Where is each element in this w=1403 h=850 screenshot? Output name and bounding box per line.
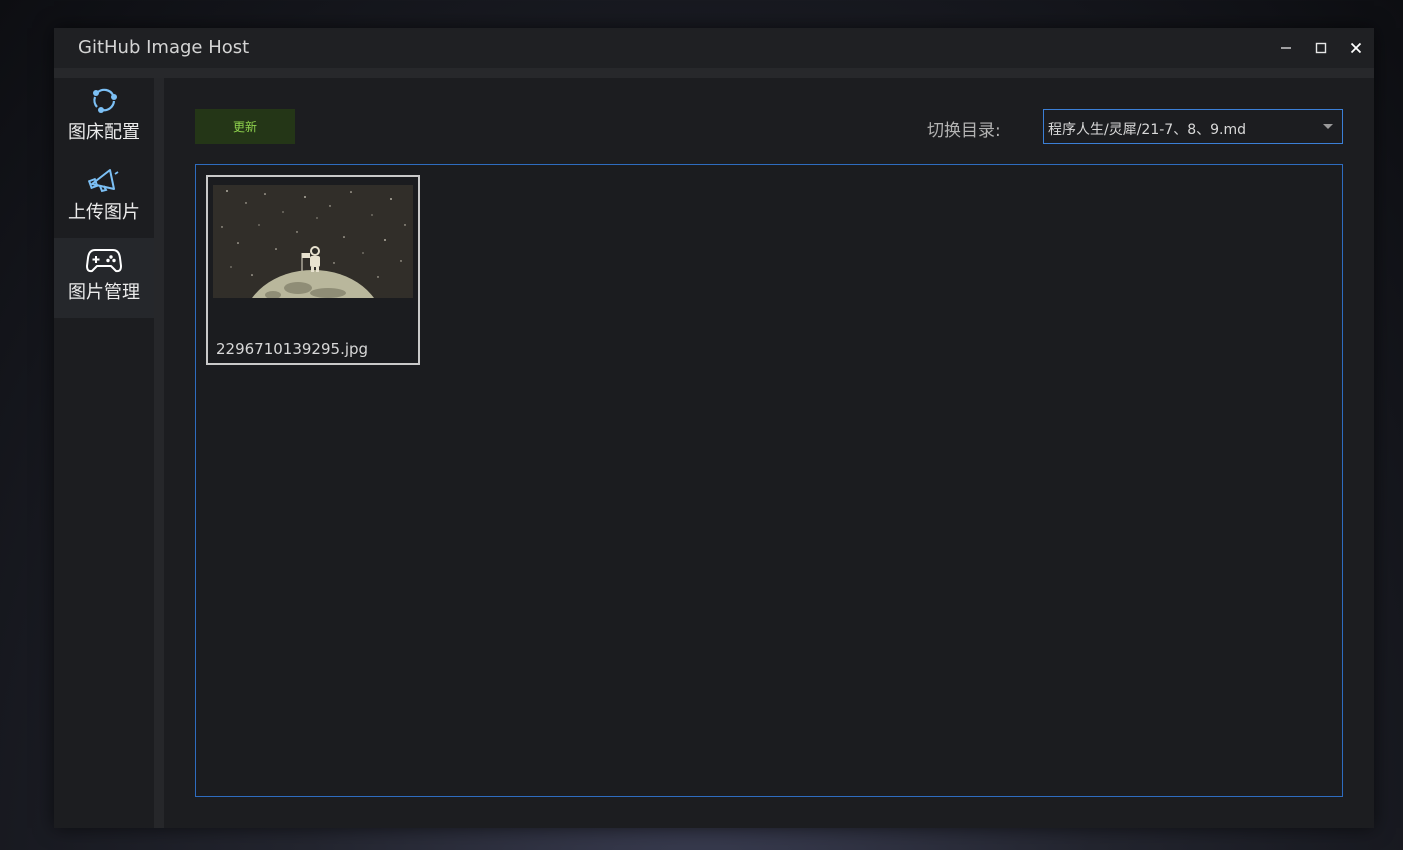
image-filename: 2296710139295.jpg: [216, 340, 369, 358]
maximize-icon: [1315, 42, 1327, 54]
sidebar-item-upload[interactable]: 上传图片: [54, 158, 154, 238]
sidebar-divider: [154, 78, 164, 828]
minimize-button[interactable]: [1271, 34, 1301, 62]
sidebar-item-label: 图片管理: [68, 282, 140, 303]
sync-icon: [86, 84, 122, 116]
directory-select[interactable]: 程序人生/灵犀/21-7、8、9.md: [1043, 109, 1343, 144]
main-content: 更新 切换目录: 程序人生/灵犀/21-7、8、9.md 22967101392…: [164, 78, 1374, 828]
close-icon: [1350, 42, 1362, 54]
megaphone-icon: [86, 164, 122, 196]
sidebar-item-label: 图床配置: [68, 122, 140, 143]
window-title: GitHub Image Host: [78, 37, 250, 58]
close-button[interactable]: [1341, 34, 1371, 62]
image-gallery[interactable]: 2296710139295.jpg: [195, 164, 1343, 797]
minimize-icon: [1281, 47, 1291, 49]
sidebar-item-image-manage[interactable]: 图片管理: [54, 238, 154, 318]
sidebar: 图床配置 上传图片 图片管理: [54, 78, 154, 828]
gamepad-icon: [86, 244, 122, 276]
sidebar-item-imagebed-config[interactable]: 图床配置: [54, 78, 154, 158]
title-bar[interactable]: GitHub Image Host: [54, 28, 1374, 68]
chevron-down-icon[interactable]: [1323, 124, 1333, 129]
maximize-button[interactable]: [1306, 34, 1336, 62]
app-window: GitHub Image Host 图床配置 上传图片 图片管理 更新 切换目录…: [54, 28, 1374, 828]
image-card[interactable]: 2296710139295.jpg: [206, 175, 420, 365]
title-separator: [54, 68, 1374, 78]
image-thumbnail: [213, 185, 413, 298]
sidebar-item-label: 上传图片: [68, 202, 140, 223]
refresh-button[interactable]: 更新: [195, 109, 295, 144]
directory-label: 切换目录:: [927, 121, 1001, 141]
directory-select-value: 程序人生/灵犀/21-7、8、9.md: [1048, 122, 1246, 138]
